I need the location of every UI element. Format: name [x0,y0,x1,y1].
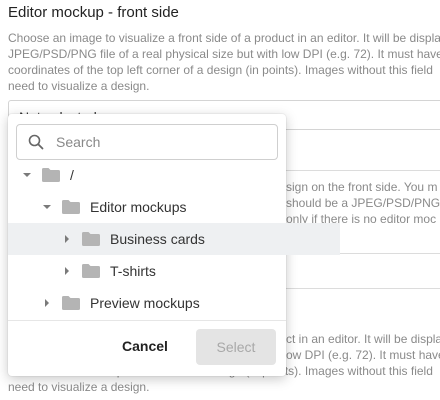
footer-divider [8,320,286,321]
chevron-down-icon[interactable] [42,202,52,212]
tree-item-label: / [70,167,74,183]
description-line: coordinates of the top left corner of a … [8,63,433,77]
description-line: JPEG/PSD/PNG file of a real physical siz… [8,47,440,61]
description-line: need to visualize a design. [8,79,150,93]
search-input[interactable] [54,133,258,151]
folder-icon [82,264,100,278]
folder-icon [62,296,80,310]
search-box[interactable] [16,124,278,160]
tree-item-label: Business cards [110,231,205,247]
tree-item-label: T-shirts [110,263,156,279]
description-line: ct in an editor. It will be displa [286,332,440,346]
tree-item-preview-mockups[interactable]: Preview mockups [8,287,320,319]
third-section-description-right: ct in an editor. It will be displa ow DP… [286,331,440,363]
folder-icon [62,200,80,214]
folder-icon [82,232,100,246]
tree-item-t-shirts[interactable]: T-shirts [8,255,340,287]
chevron-right-icon[interactable] [62,266,72,276]
description-line: need to visualize a design. [8,380,150,394]
tree-item-label: Preview mockups [90,295,200,311]
section-description: Choose an image to visualize a front sid… [8,30,440,94]
search-icon [28,134,44,150]
tree-item-editor-mockups[interactable]: Editor mockups [8,191,320,223]
section-title: Editor mockup - front side [8,4,179,21]
tree-item-business-cards[interactable]: Business cards [8,223,340,255]
chevron-right-icon[interactable] [42,298,52,308]
cancel-button[interactable]: Cancel [110,329,180,363]
select-button[interactable]: Select [196,329,276,365]
description-line: ow DPI (e.g. 72). It must have [286,348,440,362]
chevron-right-icon[interactable] [62,234,72,244]
tree-item-label: Editor mockups [90,199,187,215]
folder-picker-dropdown: / Editor mockups Business cards T-shirts [8,114,340,376]
folder-icon [42,168,60,182]
chevron-down-icon[interactable] [22,170,32,180]
tree-item-root[interactable]: / [8,159,300,191]
description-line: Choose an image to visualize a front sid… [8,31,440,45]
